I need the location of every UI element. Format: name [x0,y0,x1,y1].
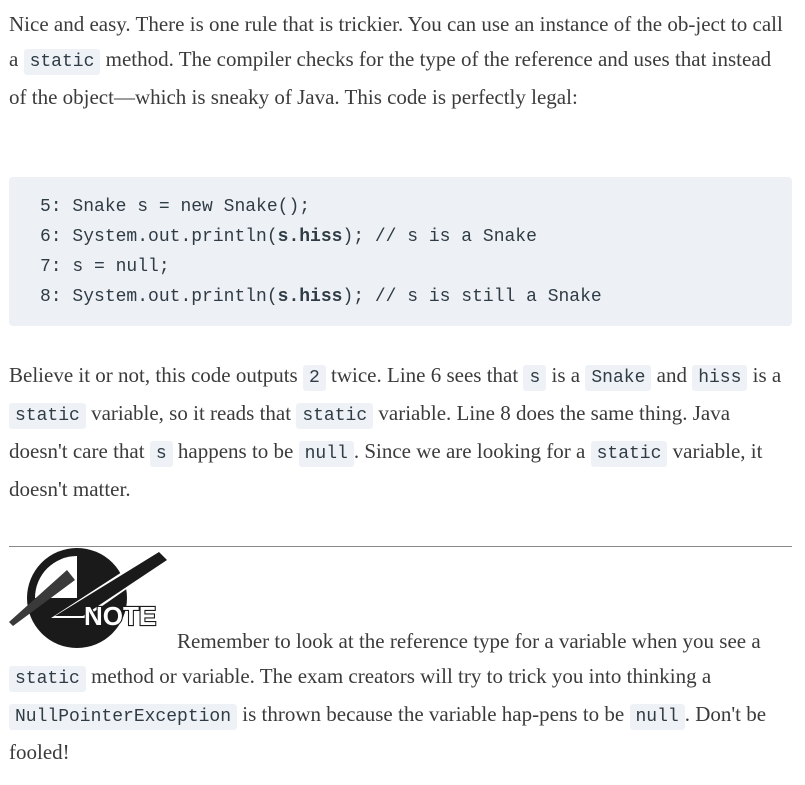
page: Nice and easy. There is one rule that is… [0,0,805,785]
note-paragraph: Remember to look at the reference type f… [9,624,793,770]
inline-code: static [590,441,668,467]
text: . Since we are looking for a [353,439,591,463]
explanation-paragraph: Believe it or not, this code outputs 2 t… [9,358,793,507]
inline-code: static [9,403,86,429]
code-block: 5: Snake s = new Snake(); 6: System.out.… [9,177,792,326]
code-line-5: 5: Snake s = new Snake(); [40,192,310,222]
code-bold-expression: s.hiss [277,287,343,307]
code-text: ); // s is a Snake [342,227,537,247]
text: Remember to look at the reference type f… [177,629,761,653]
text: method or variable. The exam creators wi… [85,664,712,688]
text: and [651,363,693,387]
inline-code: hiss [692,365,748,391]
line-number: 7: [40,257,62,277]
code-text: ); // s is still a Snake [342,287,602,307]
inline-code: Snake [585,365,652,391]
code-line-7: 7: s = null; [40,252,170,282]
code-line-6: 6: System.out.println(s.hiss); // s is a… [40,222,537,252]
text: variable, so it reads that [85,401,297,425]
note-divider [9,546,792,547]
line-number: 5: [40,197,62,217]
inline-code: 2 [302,365,326,391]
code-text: System.out.println( [72,227,278,247]
inline-code: s [149,441,173,467]
inline-code: static [296,403,374,429]
text: is a [747,363,782,387]
code-line-8: 8: System.out.println(s.hiss); // s is s… [40,282,602,312]
text: is thrown because the variable hap-pens … [237,702,630,726]
code-text: Snake s = new Snake(); [72,197,311,217]
intro-text-2: method. The compiler checks for the type… [9,47,772,109]
intro-paragraph: Nice and easy. There is one rule that is… [9,7,793,115]
code-text: System.out.println( [72,287,278,307]
code-text: s = null; [72,257,170,277]
line-number: 8: [40,287,62,307]
text: twice. Line 6 sees that [325,363,524,387]
inline-code: null [629,704,685,730]
inline-code: null [298,441,354,467]
inline-code: NullPointerException [9,704,238,730]
code-bold-expression: s.hiss [277,227,343,247]
text: Believe it or not, this code outputs [9,363,303,387]
line-number: 6: [40,227,62,247]
text: is a [546,363,586,387]
inline-code: s [523,365,547,391]
inline-code: static [9,666,86,692]
text: happens to be [172,439,299,463]
inline-code-static: static [23,49,101,75]
